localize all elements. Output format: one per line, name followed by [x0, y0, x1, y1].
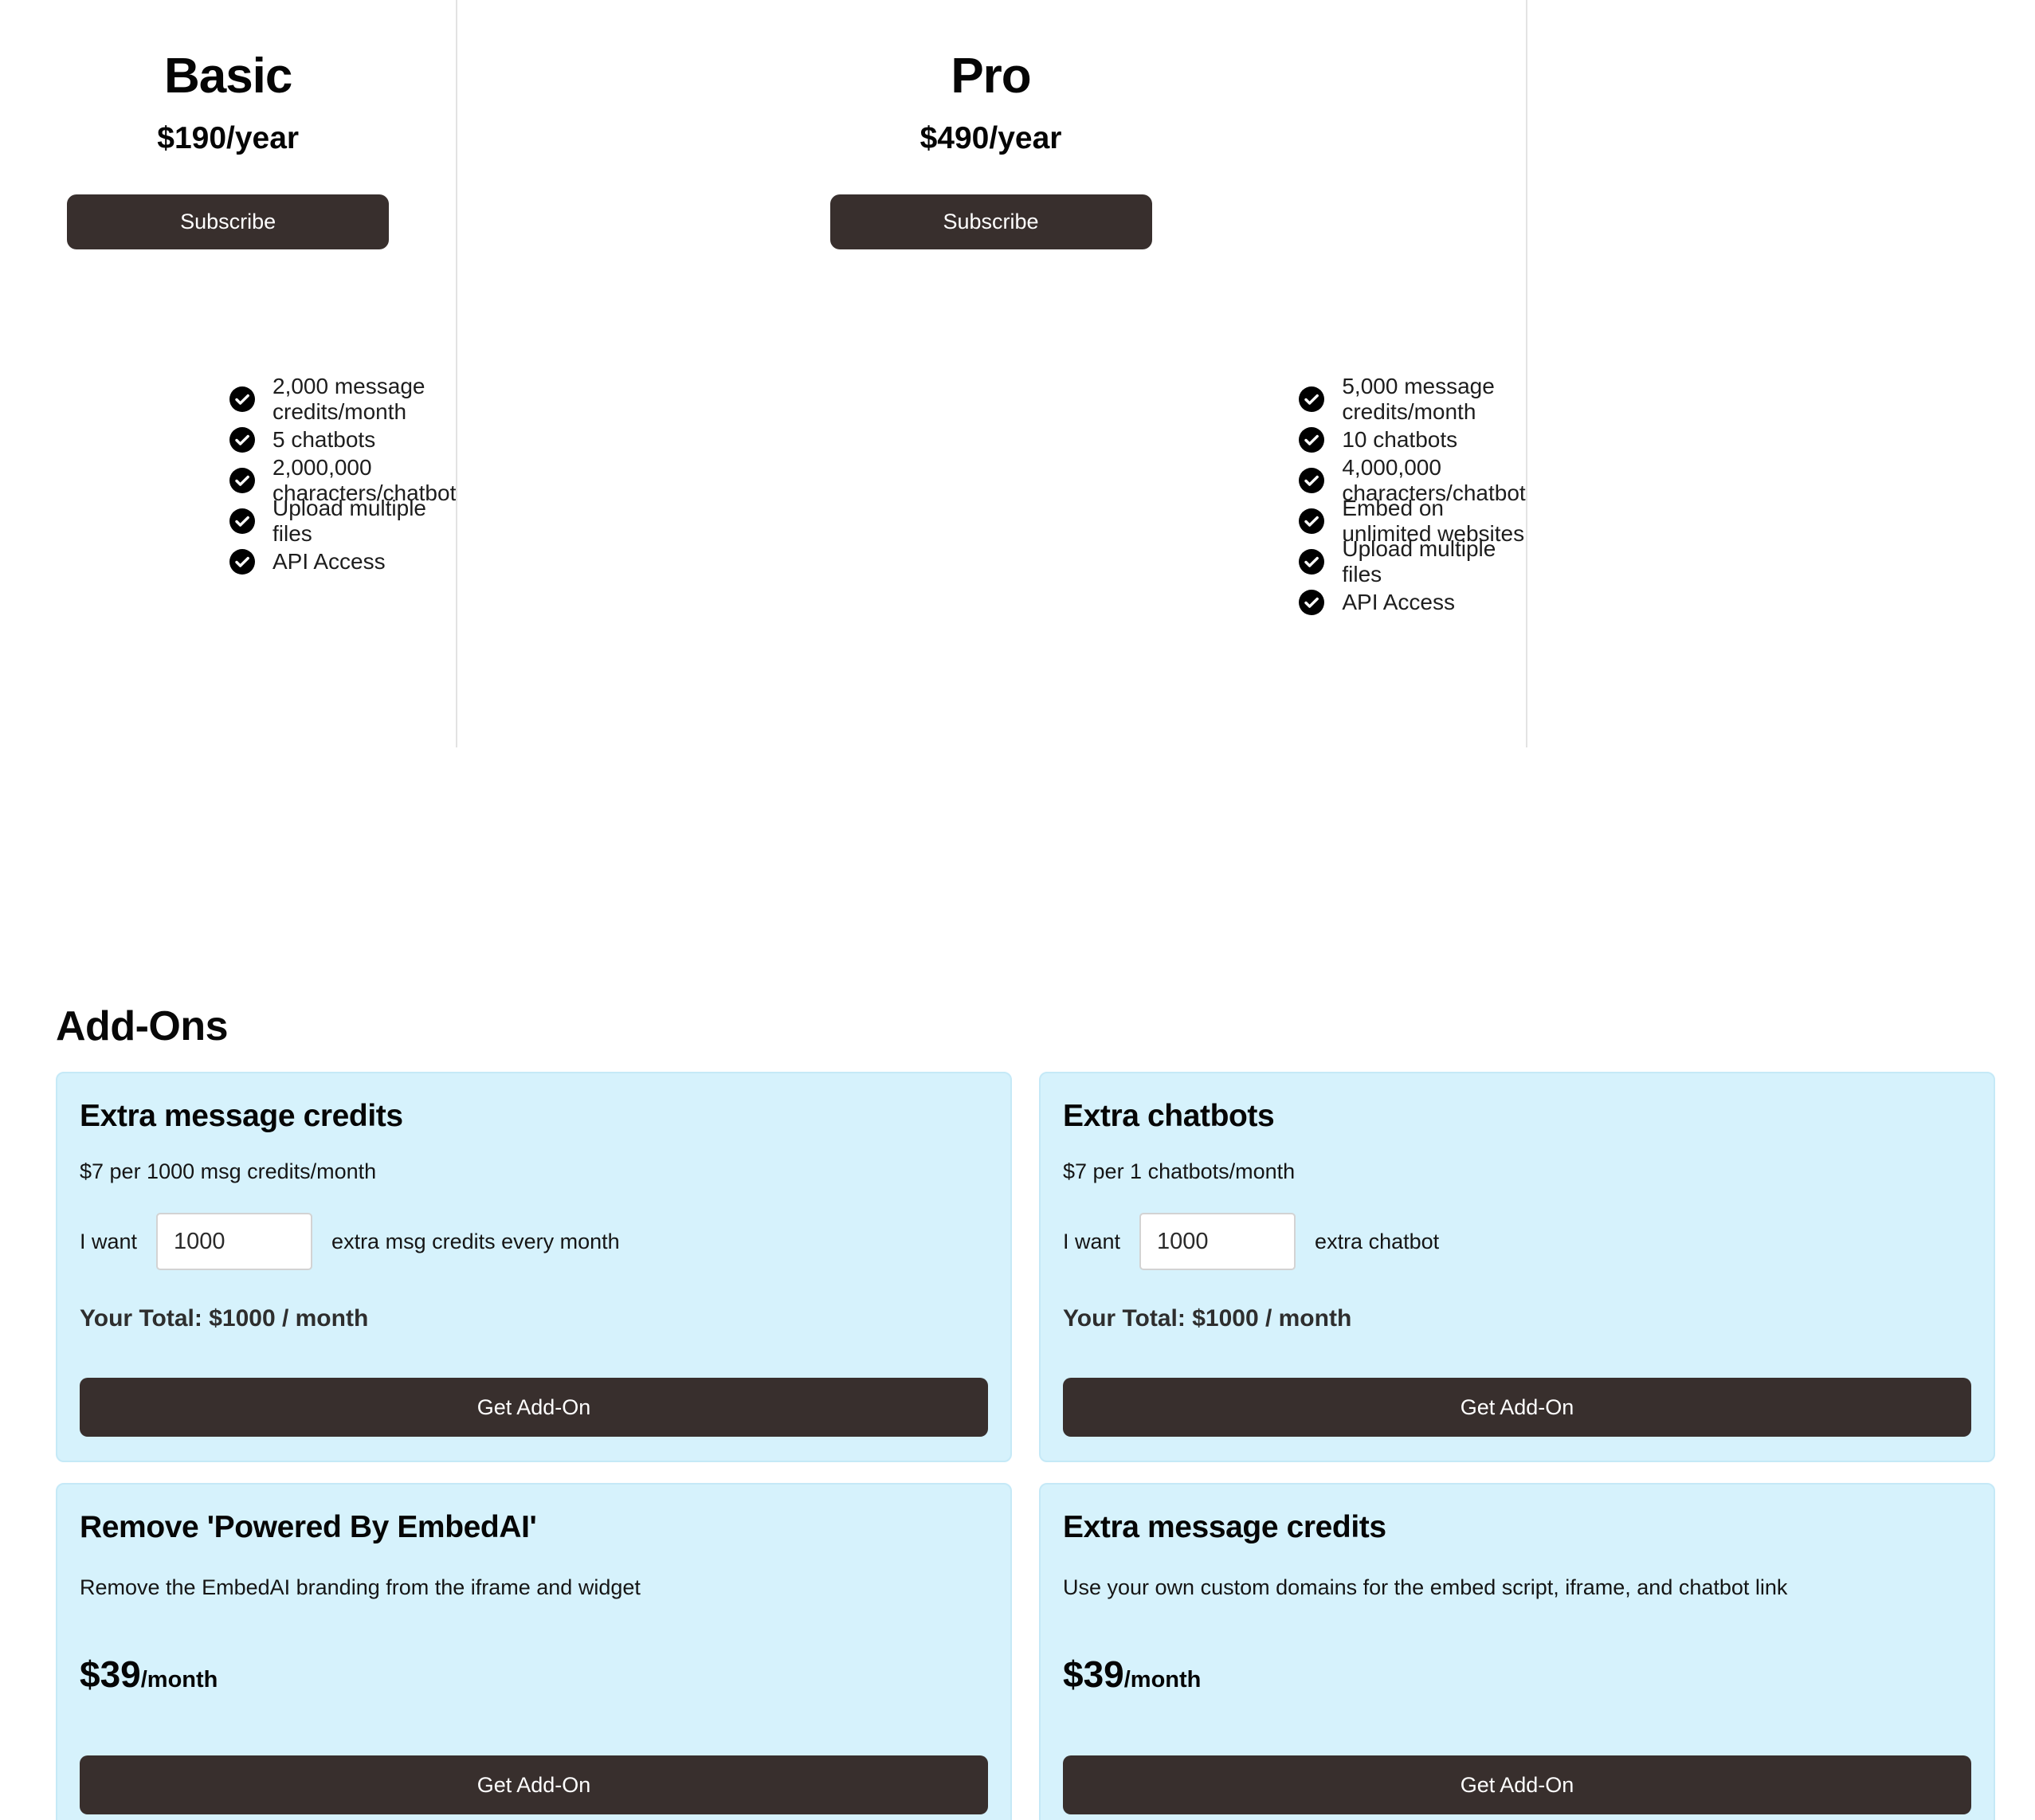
addon-title: Remove 'Powered By EmbedAI' — [80, 1510, 537, 1544]
list-item: 10 chatbots — [1299, 419, 1525, 460]
list-item: 5,000 message credits/month — [1299, 374, 1525, 424]
plan-feature-list-basic: 2,000 message credits/month 5 chatbots 2… — [0, 374, 456, 582]
check-circle-icon — [229, 508, 255, 534]
check-circle-icon — [1299, 386, 1325, 412]
addon-card-remove-branding: Remove 'Powered By EmbedAI' Remove the E… — [56, 1483, 1012, 1820]
check-circle-icon — [1299, 548, 1325, 575]
addon-price-period: /month — [140, 1667, 218, 1693]
addons-heading: Add-Ons — [56, 1003, 229, 1049]
list-item: 5 chatbots — [229, 419, 456, 460]
addon-title: Extra chatbots — [1063, 1099, 1275, 1133]
check-circle-icon — [229, 426, 255, 453]
addon-title: Extra message credits — [1063, 1510, 1386, 1544]
plan-price: $190/year — [157, 121, 300, 156]
addon-want-label: I want — [1063, 1229, 1121, 1253]
list-item: API Access — [1299, 582, 1525, 622]
addon-want-suffix: extra chatbot — [1315, 1229, 1440, 1253]
addon-price-period: /month — [1123, 1667, 1202, 1693]
plan-title: Pro — [951, 49, 1031, 104]
plan-feature-list-pro: 5,000 message credits/month 10 chatbots … — [456, 374, 1526, 622]
addon-card-extra-chatbots: Extra chatbots $7 per 1 chatbots/month I… — [1039, 1072, 1995, 1462]
feature-label: Upload multiple files — [1342, 535, 1496, 586]
subscribe-button-pro[interactable]: Subscribe — [829, 194, 1152, 250]
feature-label: Upload multiple files — [273, 495, 426, 546]
check-circle-icon — [229, 548, 255, 575]
plan-price: $490/year — [919, 121, 1062, 156]
check-circle-icon — [229, 386, 255, 412]
list-item: 2,000 message credits/month — [229, 374, 456, 424]
subscribe-button-wrap: Subscribe — [0, 194, 456, 250]
addon-card-custom-domains: Extra message credits Use your own custo… — [1039, 1483, 1995, 1820]
addons-grid: Extra message credits $7 per 1000 msg cr… — [56, 1072, 1995, 1820]
addon-price-amount: $39 — [1063, 1653, 1124, 1695]
check-circle-icon — [1299, 426, 1325, 453]
quantity-input-chatbots[interactable] — [1139, 1213, 1296, 1270]
list-item: Upload multiple files — [229, 496, 456, 546]
subscribe-button-wrap: Subscribe — [456, 194, 1525, 250]
feature-label: 10 chatbots — [1342, 426, 1458, 452]
addon-want-label: I want — [80, 1229, 138, 1253]
feature-label: 2,000 message credits/month — [273, 373, 425, 424]
addon-price-amount: $39 — [80, 1653, 141, 1695]
get-addon-button-message-credits[interactable]: Get Add-On — [80, 1378, 988, 1437]
get-addon-button-custom-domains[interactable]: Get Add-On — [1063, 1755, 1971, 1814]
get-addon-button-chatbots[interactable]: Get Add-On — [1063, 1378, 1971, 1437]
pricing-plans: Basic $190/year Subscribe 2,000 message … — [0, 0, 2035, 765]
addon-price: $39/month — [80, 1653, 988, 1696]
plan-feature-list-advance: 10,000 message credits/month 20 chatbots… — [1526, 379, 2035, 663]
addon-quantity-row: I want extra chatbot — [1063, 1213, 1971, 1270]
feature-label: 5 chatbots — [273, 426, 376, 452]
addon-rate: $7 per 1 chatbots/month — [1063, 1159, 1296, 1183]
subscribe-button-basic[interactable]: Subscribe — [67, 194, 390, 250]
list-item: 2,000,000 characters/chatbot — [229, 455, 456, 505]
feature-label: API Access — [1342, 589, 1455, 614]
addon-title: Extra message credits — [80, 1099, 403, 1133]
feature-label: API Access — [273, 548, 386, 574]
get-addon-button-remove-branding[interactable]: Get Add-On — [80, 1755, 988, 1814]
check-circle-icon — [1299, 589, 1325, 615]
list-item: API Access — [229, 541, 456, 582]
pricing-page: Basic $190/year Subscribe 2,000 message … — [0, 0, 2035, 1820]
addon-quantity-row: I want extra msg credits every month — [80, 1213, 988, 1270]
addon-want-suffix: extra msg credits every month — [331, 1229, 620, 1253]
list-item: 4,000,000 characters/chatbot — [1299, 455, 1526, 505]
plan-column-pro: Pro $490/year Subscribe 5,000 message cr… — [456, 0, 1526, 765]
feature-label: 5,000 message credits/month — [1342, 373, 1495, 424]
subscribe-button-wrap: Subscribe — [1526, 194, 2035, 249]
addon-description: Remove the EmbedAI branding from the ifr… — [80, 1575, 641, 1599]
addon-card-extra-message-credits: Extra message credits $7 per 1000 msg cr… — [56, 1072, 1012, 1462]
check-circle-icon — [1299, 508, 1325, 534]
addon-total: Your Total: $1000 / month — [80, 1305, 369, 1332]
addon-rate: $7 per 1000 msg credits/month — [80, 1159, 377, 1183]
check-circle-icon — [1299, 467, 1325, 493]
plan-column-basic: Basic $190/year Subscribe 2,000 message … — [0, 0, 456, 765]
plan-title: Basic — [163, 49, 292, 104]
list-item: Embed on unlimited websites — [1299, 496, 1525, 546]
addon-total: Your Total: $1000 / month — [1063, 1305, 1352, 1332]
plan-price: $990/year — [1526, 121, 2035, 156]
plan-column-advance: Advance $990/year Subscribe 10,000 messa… — [1525, 0, 2035, 765]
plan-title: Advance — [1526, 49, 2035, 104]
quantity-input-message-credits[interactable] — [156, 1213, 313, 1270]
list-item: Upload multiple files — [1299, 536, 1525, 586]
addon-description: Use your own custom domains for the embe… — [1063, 1575, 1788, 1599]
check-circle-icon — [229, 467, 255, 493]
addon-price: $39/month — [1063, 1653, 1971, 1696]
